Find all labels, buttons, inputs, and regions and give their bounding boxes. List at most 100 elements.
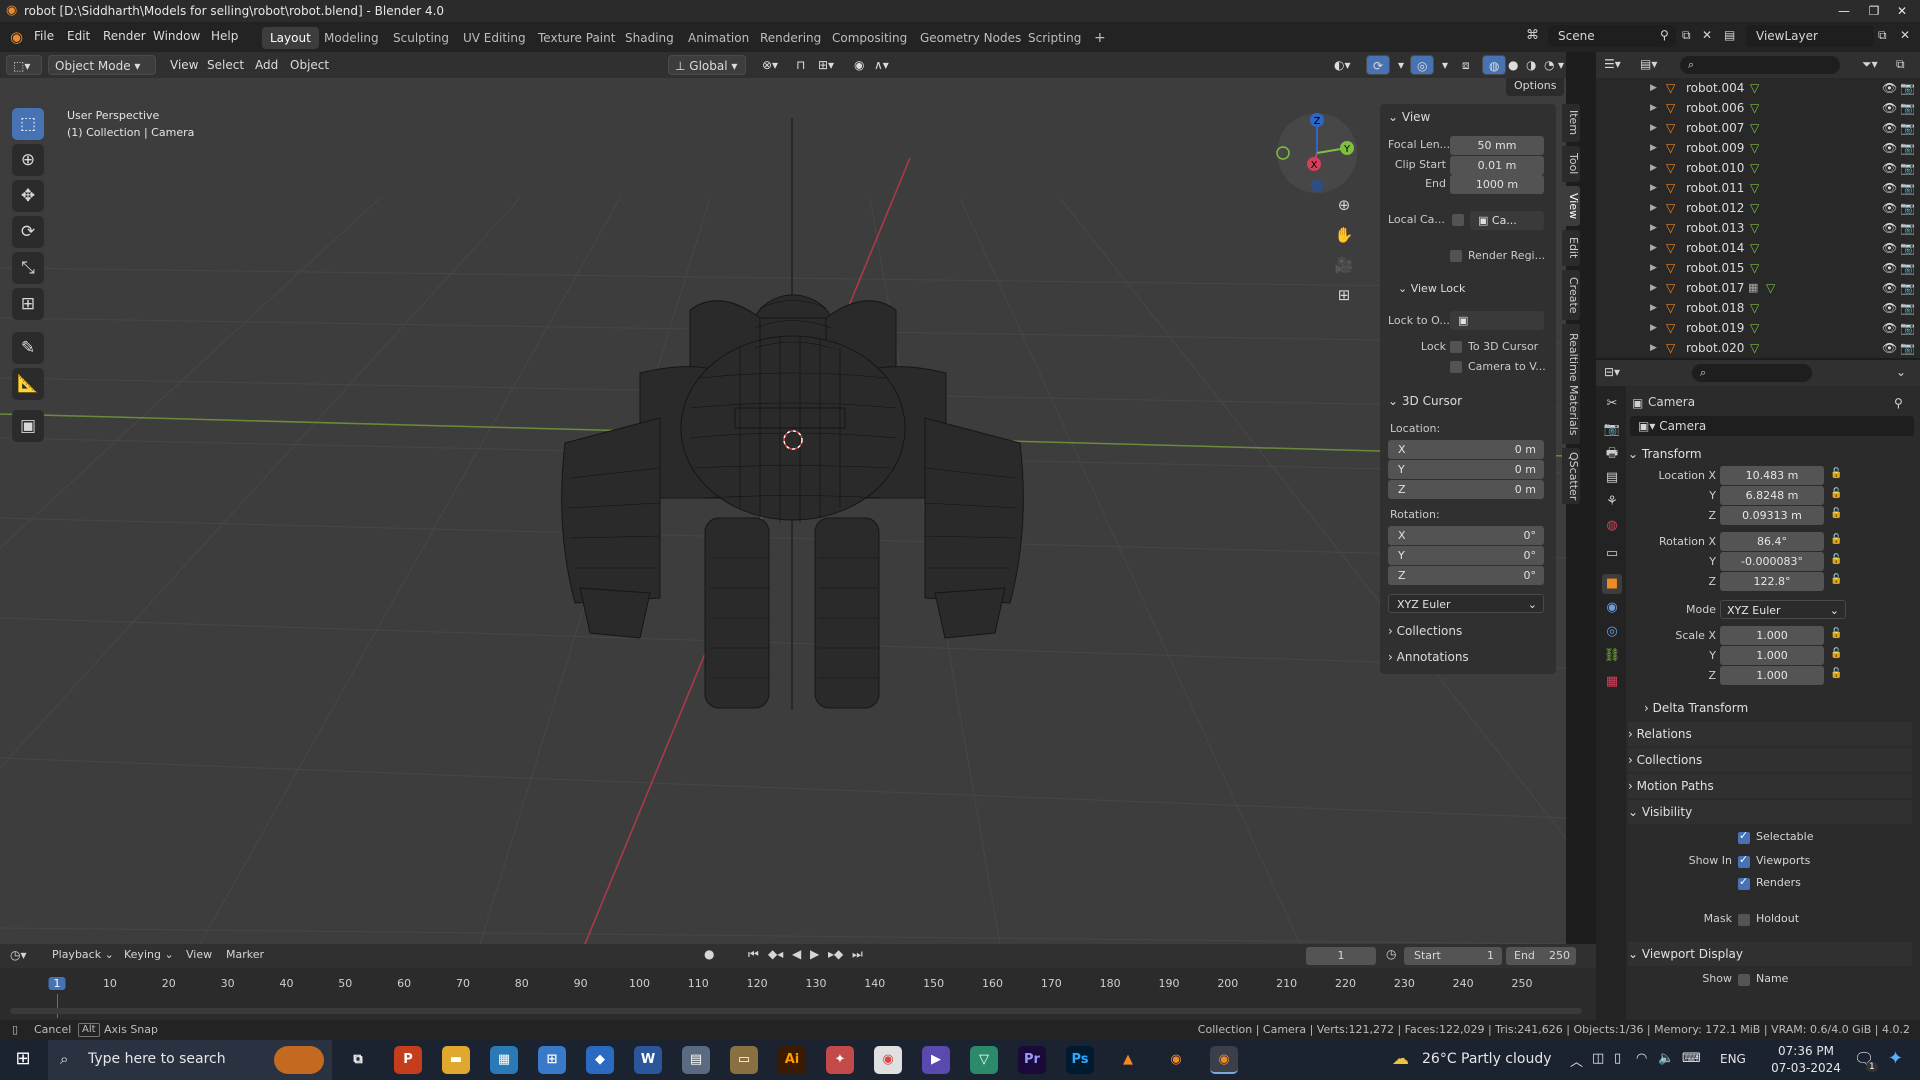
snap-target-icon[interactable]: ⊞▾ bbox=[812, 55, 840, 75]
app-icon-4[interactable]: ▭ bbox=[730, 1046, 758, 1074]
photoshop-icon[interactable]: Ps bbox=[1066, 1046, 1094, 1074]
volume-icon[interactable]: 🔈 bbox=[1658, 1051, 1674, 1066]
tool-tab-icon[interactable]: ✂ bbox=[1602, 394, 1622, 414]
zoom-icon[interactable]: ⊕ bbox=[1332, 196, 1356, 214]
falloff-icon[interactable]: ∧▾ bbox=[868, 55, 895, 75]
3d-viewport[interactable]: User Perspective (1) Collection | Camera… bbox=[0, 78, 1566, 944]
outliner-row[interactable]: ▶ ▽ robot.013 ▽ 👁 📷 bbox=[1596, 218, 1920, 238]
outliner-row[interactable]: ▶ ▽ robot.017 ▦ ▽ 👁 📷 bbox=[1596, 278, 1920, 298]
collection-tab-icon[interactable]: ▭ bbox=[1602, 544, 1622, 564]
camera-view-icon[interactable]: 🎥 bbox=[1332, 256, 1356, 274]
editor-type-icon[interactable]: ⬚▾ bbox=[6, 55, 42, 75]
eye-icon[interactable]: 👁 bbox=[1882, 298, 1897, 318]
lock-cursor-checkbox[interactable] bbox=[1450, 341, 1462, 353]
scene-selector[interactable]: Scene bbox=[1548, 25, 1676, 47]
camera-render-icon[interactable]: 📷 bbox=[1900, 118, 1915, 138]
blender-task-icon-1[interactable]: ◉ bbox=[1162, 1046, 1190, 1074]
menu-view[interactable]: View bbox=[164, 55, 204, 75]
outliner-search[interactable]: ⌕ bbox=[1680, 56, 1840, 74]
local-camera-field[interactable]: ▣ Ca... bbox=[1470, 211, 1544, 230]
pin-icon[interactable]: ⚲ bbox=[1660, 28, 1669, 42]
outliner-row[interactable]: ▶ ▽ robot.020 ▽ 👁 📷 bbox=[1596, 338, 1920, 358]
tab-rendering[interactable]: Rendering bbox=[752, 27, 829, 49]
view-layer-icon[interactable]: ▤ bbox=[1724, 28, 1735, 42]
new-collection-icon[interactable]: ⧉ bbox=[1896, 57, 1905, 72]
outliner-row[interactable]: ▶ ▽ robot.012 ▽ 👁 📷 bbox=[1596, 198, 1920, 218]
expand-arrow-icon[interactable]: ▶ bbox=[1650, 298, 1657, 318]
eye-icon[interactable]: 👁 bbox=[1882, 258, 1897, 278]
lock-rotation-z-icon[interactable]: 🔓 bbox=[1830, 574, 1842, 585]
render-region-checkbox[interactable] bbox=[1450, 250, 1462, 262]
outliner-row[interactable]: ▶ ▽ robot.010 ▽ 👁 📷 bbox=[1596, 158, 1920, 178]
tab-tool[interactable]: Tool bbox=[1562, 146, 1580, 182]
3d-cursor-header[interactable]: ⌄ 3D Cursor bbox=[1388, 394, 1462, 408]
properties-editor-icon[interactable]: ⊟▾ bbox=[1604, 365, 1620, 379]
object-tab-icon[interactable]: ■ bbox=[1602, 574, 1622, 594]
outliner-row[interactable]: ▶ ▽ robot.006 ▽ 👁 📷 bbox=[1596, 98, 1920, 118]
camera-render-icon[interactable]: 📷 bbox=[1900, 198, 1915, 218]
modifier-tab-icon[interactable]: ◉ bbox=[1602, 598, 1622, 618]
view-lock-header[interactable]: ⌄ View Lock bbox=[1398, 282, 1465, 295]
eye-icon[interactable]: 👁 bbox=[1882, 198, 1897, 218]
menu-select[interactable]: Select bbox=[201, 55, 250, 75]
tab-qscatter[interactable]: QScatter bbox=[1562, 448, 1580, 504]
powerpoint-icon[interactable]: P bbox=[394, 1046, 422, 1074]
menu-add[interactable]: Add bbox=[249, 55, 284, 75]
menu-object[interactable]: Object bbox=[284, 55, 335, 75]
tab-compositing[interactable]: Compositing bbox=[824, 27, 915, 49]
close-icon[interactable]: ✕ bbox=[1890, 0, 1914, 22]
relations-section[interactable]: › Relations bbox=[1628, 722, 1912, 746]
outliner-row[interactable]: ▶ ▽ robot.009 ▽ 👁 📷 bbox=[1596, 138, 1920, 158]
eye-icon[interactable]: 👁 bbox=[1882, 338, 1897, 358]
navigation-gizmo[interactable]: Z Y X bbox=[1272, 108, 1362, 198]
camera-render-icon[interactable]: 📷 bbox=[1900, 178, 1915, 198]
pan-hand-icon[interactable]: ✋ bbox=[1332, 226, 1356, 244]
lock-to-object-field[interactable]: ▣ bbox=[1450, 311, 1544, 330]
scale-tool[interactable]: ⤡ bbox=[12, 252, 44, 284]
tab-modeling[interactable]: Modeling bbox=[316, 27, 387, 49]
rotation-y-field[interactable]: -0.000083° bbox=[1720, 552, 1824, 571]
scale-z-field[interactable]: 1.000 bbox=[1720, 666, 1824, 685]
tab-texture-paint[interactable]: Texture Paint bbox=[530, 27, 623, 49]
outliner-editor-icon[interactable]: ☰▾ bbox=[1604, 57, 1621, 71]
cursor-tool[interactable]: ⊕ bbox=[12, 144, 44, 176]
app-icon-2[interactable]: ◆ bbox=[586, 1046, 614, 1074]
tab-uv-editing[interactable]: UV Editing bbox=[455, 27, 534, 49]
outliner-row[interactable]: ▶ ▽ robot.018 ▽ 👁 📷 bbox=[1596, 298, 1920, 318]
pivot-icon[interactable]: ⊗▾ bbox=[756, 55, 784, 75]
camera-render-icon[interactable]: 📷 bbox=[1900, 158, 1915, 178]
properties-search[interactable]: ⌕ bbox=[1692, 364, 1812, 382]
camera-render-icon[interactable]: 📷 bbox=[1900, 338, 1915, 358]
new-view-layer-icon[interactable]: ⧉ bbox=[1878, 28, 1887, 43]
tab-create[interactable]: Create bbox=[1562, 270, 1580, 320]
store-icon[interactable]: ⊞ bbox=[538, 1046, 566, 1074]
camera-to-view-checkbox[interactable] bbox=[1450, 361, 1462, 373]
cursor-location-z[interactable]: Z 0 m bbox=[1388, 480, 1544, 499]
view-section-header[interactable]: ⌄ View bbox=[1388, 110, 1430, 124]
view-layer-selector[interactable]: ViewLayer bbox=[1746, 25, 1874, 47]
output-tab-icon[interactable]: 🖶 bbox=[1602, 444, 1622, 464]
eye-icon[interactable]: 👁 bbox=[1882, 98, 1897, 118]
render-tab-icon[interactable]: 📷 bbox=[1602, 420, 1622, 440]
premiere-icon[interactable]: Pr bbox=[1018, 1046, 1046, 1074]
move-tool[interactable]: ✥ bbox=[12, 180, 44, 212]
windows-start-icon[interactable]: ⊞ bbox=[10, 1048, 36, 1069]
camera-render-icon[interactable]: 📷 bbox=[1900, 258, 1915, 278]
clip-end-field[interactable]: 1000 m bbox=[1450, 175, 1544, 194]
gizmo-dropdown-icon[interactable]: ▾ bbox=[1392, 55, 1410, 75]
battery-icon[interactable]: ▯ bbox=[1614, 1051, 1621, 1066]
expand-arrow-icon[interactable]: ▶ bbox=[1650, 338, 1657, 358]
eye-icon[interactable]: 👁 bbox=[1882, 158, 1897, 178]
tab-shading[interactable]: Shading bbox=[617, 27, 682, 49]
properties-options-icon[interactable]: ⌄ bbox=[1896, 365, 1906, 379]
world-tab-icon[interactable]: ◍ bbox=[1602, 516, 1622, 536]
tab-edit[interactable]: Edit bbox=[1562, 230, 1580, 266]
app-icon-1[interactable]: ▦ bbox=[490, 1046, 518, 1074]
visibility-icon[interactable]: ◐▾ bbox=[1328, 55, 1357, 75]
expand-arrow-icon[interactable]: ▶ bbox=[1650, 78, 1657, 98]
scene-tab-icon[interactable]: ⚘ bbox=[1602, 492, 1622, 512]
camera-render-icon[interactable]: 📷 bbox=[1900, 298, 1915, 318]
select-box-tool[interactable]: ⬚ bbox=[12, 108, 44, 140]
transform-tool[interactable]: ⊞ bbox=[12, 288, 44, 320]
lock-rotation-y-icon[interactable]: 🔓 bbox=[1830, 554, 1842, 565]
